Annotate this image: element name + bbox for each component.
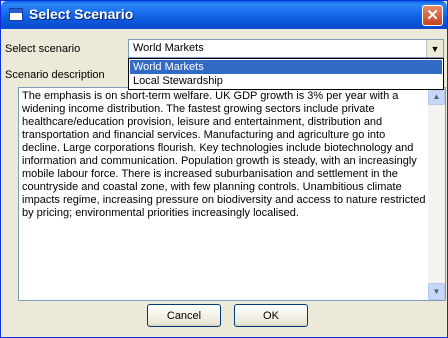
- scroll-down-arrow-icon[interactable]: ▼: [428, 283, 445, 300]
- dropdown-option-local-stewardship[interactable]: Local Stewardship: [130, 74, 442, 88]
- scroll-up-arrow-icon[interactable]: ▲: [428, 88, 445, 105]
- scenario-description-text: The emphasis is on short-term welfare. U…: [22, 90, 426, 219]
- title-bar[interactable]: Select Scenario ✕: [1, 1, 447, 29]
- select-scenario-label: Select scenario: [5, 43, 81, 55]
- select-scenario-dialog: Select Scenario ✕ Select scenario World …: [0, 0, 448, 338]
- vertical-scrollbar[interactable]: ▲ ▼: [428, 88, 445, 300]
- scenario-select-value: World Markets: [133, 42, 204, 54]
- scenario-dropdown-list[interactable]: World Markets Local Stewardship: [128, 58, 444, 90]
- close-icon: ✕: [426, 7, 439, 24]
- scenario-select[interactable]: World Markets ▼: [128, 39, 444, 58]
- window-icon: [9, 8, 23, 21]
- chevron-down-icon[interactable]: ▼: [426, 40, 443, 57]
- scenario-description-textarea[interactable]: The emphasis is on short-term welfare. U…: [18, 87, 446, 301]
- dropdown-option-world-markets[interactable]: World Markets: [130, 60, 442, 74]
- scenario-description-label: Scenario description: [5, 69, 105, 81]
- cancel-button[interactable]: Cancel: [147, 304, 221, 327]
- ok-button[interactable]: OK: [234, 304, 308, 327]
- close-button[interactable]: ✕: [422, 5, 443, 26]
- window-title: Select Scenario: [29, 6, 134, 22]
